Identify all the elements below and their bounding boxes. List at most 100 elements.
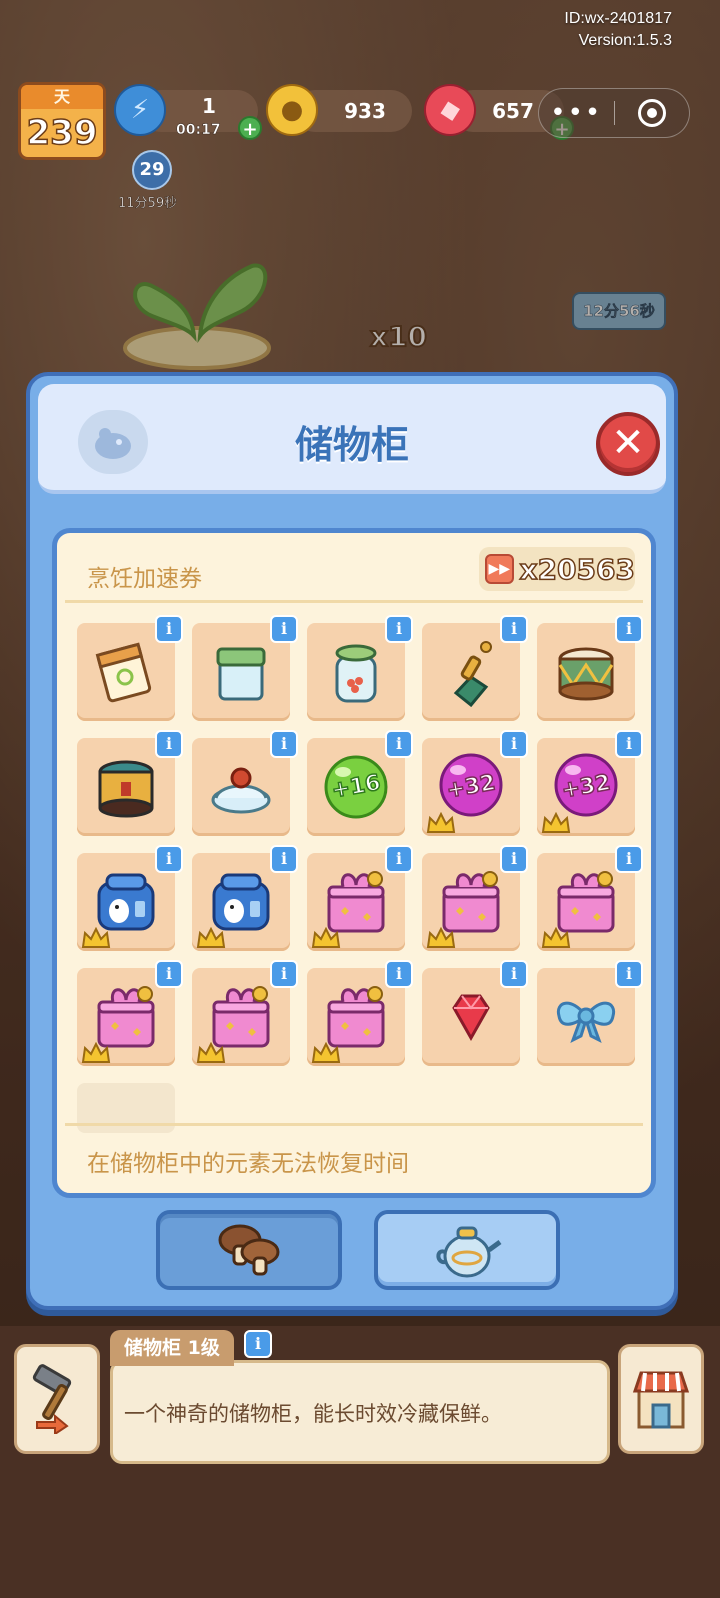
storage-slot[interactable]: i — [192, 615, 298, 721]
miniprogram-capsule: ••• — [538, 88, 690, 138]
item-info-icon[interactable]: i — [500, 960, 528, 988]
storage-slot[interactable]: i — [192, 960, 298, 1066]
build-id: ID:wx-2401817 — [564, 10, 672, 27]
coin-icon: ● — [266, 84, 318, 136]
day-counter: 天 239 — [18, 82, 106, 160]
storage-footer-note: 在储物柜中的元素无法恢复时间 — [65, 1123, 643, 1187]
hammer-icon — [32, 1364, 72, 1434]
energy-timer: 00:17 — [176, 122, 221, 139]
more-menu-button[interactable]: ••• — [539, 89, 614, 137]
item-info-icon[interactable]: i — [615, 730, 643, 758]
storage-slot[interactable]: i — [537, 615, 643, 721]
storage-slot[interactable]: i — [422, 615, 528, 721]
gold-crown-icon — [426, 927, 456, 948]
gold-crown-icon — [541, 927, 571, 948]
item-info-icon[interactable]: i — [385, 730, 413, 758]
fast-forward-ticket-icon: ▶▶ — [485, 554, 514, 584]
blue-bow-icon — [551, 982, 621, 1052]
hat-box-icon — [91, 752, 161, 822]
storage-slot[interactable]: i — [307, 845, 413, 951]
storage-slot[interactable]: i — [77, 960, 183, 1066]
item-info-icon[interactable]: i — [270, 730, 298, 758]
storage-slot[interactable]: i — [77, 615, 183, 721]
modal-header: 储物柜 ✕ — [38, 384, 666, 494]
gold-crown-icon — [311, 927, 341, 948]
item-info-icon[interactable]: i — [270, 615, 298, 643]
speed-ticket-count: x20563 — [519, 552, 636, 587]
calendar-icon — [91, 637, 161, 707]
item-info-icon[interactable]: i — [270, 845, 298, 873]
storage-slot[interactable]: i — [307, 960, 413, 1066]
storage-slot[interactable]: i — [422, 960, 528, 1066]
item-info-icon[interactable]: i — [385, 845, 413, 873]
coin-value: 933 — [344, 99, 386, 123]
storage-slot[interactable]: i — [192, 730, 298, 836]
item-info-icon[interactable]: i — [500, 730, 528, 758]
item-info-icon[interactable]: i — [155, 845, 183, 873]
gold-crown-icon — [541, 812, 571, 833]
storage-slot[interactable]: i — [537, 845, 643, 951]
day-value: 239 — [26, 112, 98, 154]
item-info-icon[interactable]: i — [615, 845, 643, 873]
seed-jar-icon — [321, 637, 391, 707]
storage-slot[interactable]: +16 i — [307, 730, 413, 836]
speed-ticket-row: 烹饪加速券 ▶▶ x20563 — [65, 541, 643, 603]
build-watermark: ID:wx-2401817 Version:1.5.3 — [564, 8, 672, 52]
gold-crown-icon — [81, 1042, 111, 1063]
storage-slot[interactable]: i — [537, 960, 643, 1066]
mushroom-tab-button[interactable] — [156, 1210, 342, 1290]
level-badge-timer: 11分59秒 — [118, 196, 178, 212]
storage-slot[interactable]: i — [77, 730, 183, 836]
storage-slot[interactable]: i — [422, 845, 528, 951]
level-badge[interactable]: 29 — [132, 150, 172, 190]
storage-slot[interactable]: +32 i — [422, 730, 528, 836]
gold-crown-icon — [81, 927, 111, 948]
teapot-tab-button[interactable] — [374, 1210, 560, 1290]
shop-button[interactable] — [618, 1344, 704, 1454]
build-version: Version:1.5.3 — [578, 32, 672, 49]
energy-bolt-icon: ⚡ — [114, 84, 166, 136]
glass-container-icon — [206, 637, 276, 707]
storage-slot[interactable]: i — [77, 845, 183, 951]
item-info-icon[interactable]: i — [155, 615, 183, 643]
more-dots-icon: ••• — [550, 98, 603, 128]
item-info-icon[interactable]: i — [500, 845, 528, 873]
storage-modal: 储物柜 ✕ 烹饪加速券 ▶▶ x20563 i i i i i i i +16 i +32 i +32… — [26, 372, 678, 1310]
shop-icon — [632, 1371, 690, 1429]
item-info-icon[interactable]: i — [270, 960, 298, 988]
energy-value: 1 — [202, 94, 216, 118]
close-button[interactable]: ✕ — [596, 412, 660, 476]
item-info-icon[interactable]: i — [155, 730, 183, 758]
item-info-icon[interactable]: i — [385, 960, 413, 988]
gold-crown-icon — [196, 927, 226, 948]
storage-slot[interactable]: +32 i — [537, 730, 643, 836]
storage-slot[interactable]: i — [192, 845, 298, 951]
red-gem-icon — [436, 982, 506, 1052]
building-name-tab: 储物柜 1级 — [110, 1330, 234, 1366]
storage-slot[interactable]: i — [307, 615, 413, 721]
target-icon — [637, 99, 666, 127]
item-info-icon[interactable]: i — [500, 615, 528, 643]
gem-value: 657 — [492, 99, 534, 123]
glass-lid-icon — [206, 752, 276, 822]
item-info-icon[interactable]: i — [155, 960, 183, 988]
teapot-icon — [436, 1226, 502, 1278]
storage-panel: 烹饪加速券 ▶▶ x20563 i i i i i i i +16 i +32 i +32 i i i i i i… — [52, 528, 656, 1198]
building-description: 一个神奇的储物柜，能长时效冷藏保鲜。 — [124, 1402, 502, 1426]
mushroom-icon — [218, 1224, 280, 1276]
build-hammer-button[interactable] — [14, 1344, 100, 1454]
item-info-icon[interactable]: i — [385, 615, 413, 643]
modal-title: 储物柜 — [294, 423, 409, 467]
item-info-icon[interactable]: i — [615, 960, 643, 988]
day-label: 天 — [21, 85, 103, 109]
item-info-icon[interactable]: i — [615, 615, 643, 643]
energy-plus-button[interactable]: + — [238, 116, 262, 140]
speed-ticket-count-box[interactable]: ▶▶ x20563 — [479, 547, 636, 591]
speed-ticket-label: 烹饪加速券 — [87, 566, 202, 592]
building-info-icon[interactable]: i — [244, 1330, 272, 1358]
gold-crown-icon — [196, 1042, 226, 1063]
gold-crown-icon — [311, 1042, 341, 1063]
gold-crown-icon — [426, 812, 456, 833]
green-gem-pendant-icon — [436, 637, 506, 707]
close-miniprogram-button[interactable] — [615, 89, 690, 137]
